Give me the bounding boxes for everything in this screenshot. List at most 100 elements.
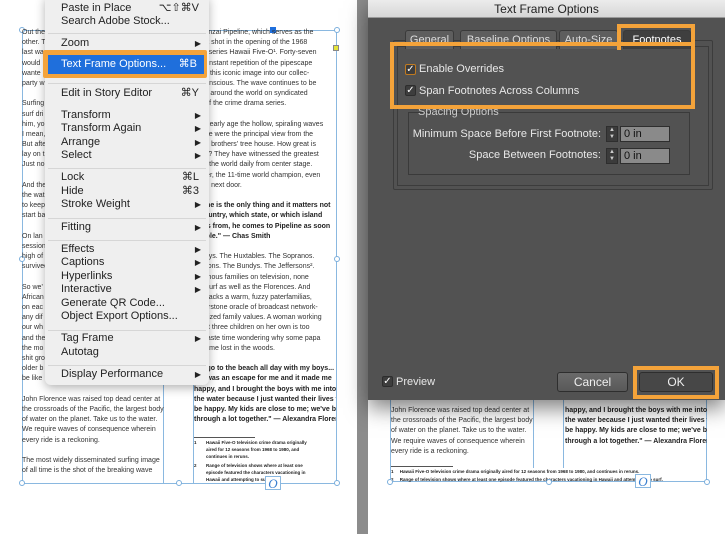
menu-separator bbox=[48, 83, 206, 84]
menu-item-label: Lock bbox=[61, 171, 85, 183]
menu-item-tag-frame[interactable]: Tag Frame ▶ bbox=[45, 332, 209, 346]
text-line: John Florence was raised top dead center… bbox=[391, 407, 530, 414]
frame-handle[interactable] bbox=[704, 479, 710, 485]
menu-item-captions[interactable]: Captions ▶ bbox=[45, 256, 209, 270]
menu-item-transform-again[interactable]: Transform Again ▶ bbox=[45, 122, 209, 136]
submenu-arrow-icon: ▶ bbox=[194, 223, 201, 232]
menu-item-interactive[interactable]: Interactive ▶ bbox=[45, 283, 209, 297]
menu-separator bbox=[48, 168, 206, 169]
menu-item-autotag[interactable]: Autotag bbox=[45, 346, 209, 360]
text-line: e Banzai Pipeline, which serves as the bbox=[194, 29, 314, 36]
text-line: rs in the world daily from center stage. bbox=[194, 161, 313, 169]
menu-item-paste-in-place[interactable]: Paste in Place ⌥⇧⌘V bbox=[45, 2, 209, 16]
menu-item-label: Hyperlinks bbox=[61, 270, 113, 282]
text-line bbox=[194, 191, 336, 201]
footnote-text: Hawaii Five-O television crime drama ori… bbox=[206, 440, 307, 459]
menu-item-edit-in-story-editor[interactable]: Edit in Story Editor ⌘Y bbox=[45, 87, 209, 101]
highlight-box bbox=[633, 366, 719, 399]
menu-item-text-frame-options[interactable]: Text Frame Options... ⌘B bbox=[48, 55, 204, 74]
cancel-button[interactable]: Cancel bbox=[557, 372, 628, 392]
text-line bbox=[22, 385, 164, 395]
menu-item-shortcut: ⌘3 bbox=[181, 185, 199, 197]
menu-item-hide[interactable]: Hide ⌘3 bbox=[45, 185, 209, 199]
menu-item-label: Autotag bbox=[61, 346, 99, 358]
overset-text-icon[interactable]: O bbox=[265, 476, 281, 490]
footnote-number: 1 bbox=[194, 440, 197, 445]
menu-item-label: Effects bbox=[61, 243, 95, 255]
text-line: We require waves of consequence wherein bbox=[391, 437, 525, 445]
text-line: daily around the world on syndicated bbox=[194, 90, 308, 98]
text-line: Bradys. The Huxtables. The Sopranos. bbox=[194, 253, 315, 261]
text-line: ed in next door. bbox=[194, 181, 242, 189]
text-line: fer is from, he comes to Pipeline as soo… bbox=[194, 222, 331, 230]
text-column-2: e Banzai Pipeline, which serves as the in… bbox=[194, 28, 336, 425]
text-column-2: happy, and I brought the boys with me in… bbox=[565, 406, 707, 447]
menu-item-label: Select bbox=[61, 149, 92, 161]
text-line bbox=[22, 446, 164, 456]
menu-item-display-performance[interactable]: Display Performance ▶ bbox=[45, 368, 209, 382]
menu-item-transform[interactable]: Transform ▶ bbox=[45, 109, 209, 123]
menu-item-label: Hide bbox=[61, 185, 84, 197]
menu-item-shortcut: ⌘Y bbox=[180, 87, 199, 99]
menu-item-label: Interactive bbox=[61, 283, 112, 295]
text-line: ing was an escape for me and it made me bbox=[194, 375, 332, 383]
preview-checkbox[interactable]: ✓ bbox=[382, 376, 393, 387]
text-line: inant shot in the opening of the 1968 bbox=[194, 39, 308, 47]
menu-separator bbox=[48, 33, 206, 34]
text-line: n an early age the hollow, spiraling wav… bbox=[194, 120, 324, 128]
text-line: John Florence was raised top dead center… bbox=[22, 395, 161, 403]
menu-item-effects[interactable]: Effects ▶ bbox=[45, 243, 209, 257]
menu-item-label: Tag Frame bbox=[61, 332, 114, 344]
preview-label: Preview bbox=[396, 376, 436, 388]
text-line: happy, and I brought the boys with me in… bbox=[565, 407, 707, 414]
menu-item-label: Object Export Options... bbox=[61, 310, 178, 322]
text-line: ust go to the beach all day with my boys… bbox=[194, 365, 335, 373]
footnote-number: 1 bbox=[391, 469, 394, 474]
min-space-stepper[interactable]: ▲ ▼ bbox=[606, 126, 618, 142]
submenu-arrow-icon: ▶ bbox=[194, 272, 201, 281]
overset-text-icon[interactable]: O bbox=[635, 474, 651, 488]
min-space-label: Minimum Space Before First Footnote: bbox=[412, 128, 601, 140]
menu-item-shortcut: ⌥⇧⌘V bbox=[158, 2, 199, 14]
text-line: of constant repetition of the pipescape bbox=[194, 59, 313, 67]
text-line: h country, which state, or which island bbox=[194, 212, 323, 220]
frame-handle[interactable] bbox=[546, 479, 552, 485]
menu-item-search-adobe-stock[interactable]: Search Adobe Stock... bbox=[45, 15, 209, 29]
text-line: sion series Hawaii Five-O¹. Forty-seven bbox=[194, 49, 317, 57]
menu-item-fitting[interactable]: Fitting ▶ bbox=[45, 221, 209, 235]
frame-handle[interactable] bbox=[19, 480, 25, 486]
menu-item-arrange[interactable]: Arrange ▶ bbox=[45, 136, 209, 150]
text-line: peline is the only thing and it matters … bbox=[194, 202, 331, 210]
text-line bbox=[194, 242, 336, 252]
text-line: be happy. My kids are close to me; we've… bbox=[194, 405, 336, 413]
menu-separator bbox=[48, 240, 206, 241]
frame-handle[interactable] bbox=[176, 480, 182, 486]
min-space-input[interactable]: 0 in bbox=[620, 126, 670, 142]
text-line bbox=[194, 110, 336, 120]
menu-item-select[interactable]: Select ▶ bbox=[45, 149, 209, 163]
highlight-box bbox=[390, 42, 695, 109]
space-between-stepper[interactable]: ▲ ▼ bbox=[606, 148, 618, 164]
text-line: Waltons. The Bundys. The Jeffersons². bbox=[194, 263, 315, 271]
text-line: every ride is a reckoning. bbox=[391, 447, 469, 455]
text-line: ence brothers' tree house. How great is bbox=[194, 141, 316, 149]
menu-item-stroke-weight[interactable]: Stroke Weight ▶ bbox=[45, 198, 209, 212]
text-line: the water because I just wanted their li… bbox=[194, 395, 336, 403]
text-line bbox=[194, 354, 336, 364]
submenu-arrow-icon: ▶ bbox=[194, 370, 201, 379]
frame-handle[interactable] bbox=[387, 479, 393, 485]
menu-item-lock[interactable]: Lock ⌘L bbox=[45, 171, 209, 185]
menu-item-generate-qr-code[interactable]: Generate QR Code... bbox=[45, 297, 209, 311]
text-line: rned this iconic image into our collec- bbox=[194, 69, 310, 77]
text-line: the water because I just wanted their li… bbox=[565, 417, 707, 425]
menu-item-hyperlinks[interactable]: Hyperlinks ▶ bbox=[45, 270, 209, 284]
menu-item-label: Text Frame Options... bbox=[61, 58, 167, 70]
submenu-arrow-icon: ▶ bbox=[194, 111, 201, 120]
submenu-arrow-icon: ▶ bbox=[194, 245, 201, 254]
menu-item-object-export-options[interactable]: Object Export Options... bbox=[45, 310, 209, 324]
text-line: em surf as well as the Florences. And bbox=[194, 283, 311, 291]
submenu-arrow-icon: ▶ bbox=[194, 138, 201, 147]
text-line: ats of the crime drama series. bbox=[194, 100, 287, 108]
menu-item-zoom[interactable]: Zoom ▶ bbox=[45, 37, 209, 51]
space-between-input[interactable]: 0 in bbox=[620, 148, 670, 164]
